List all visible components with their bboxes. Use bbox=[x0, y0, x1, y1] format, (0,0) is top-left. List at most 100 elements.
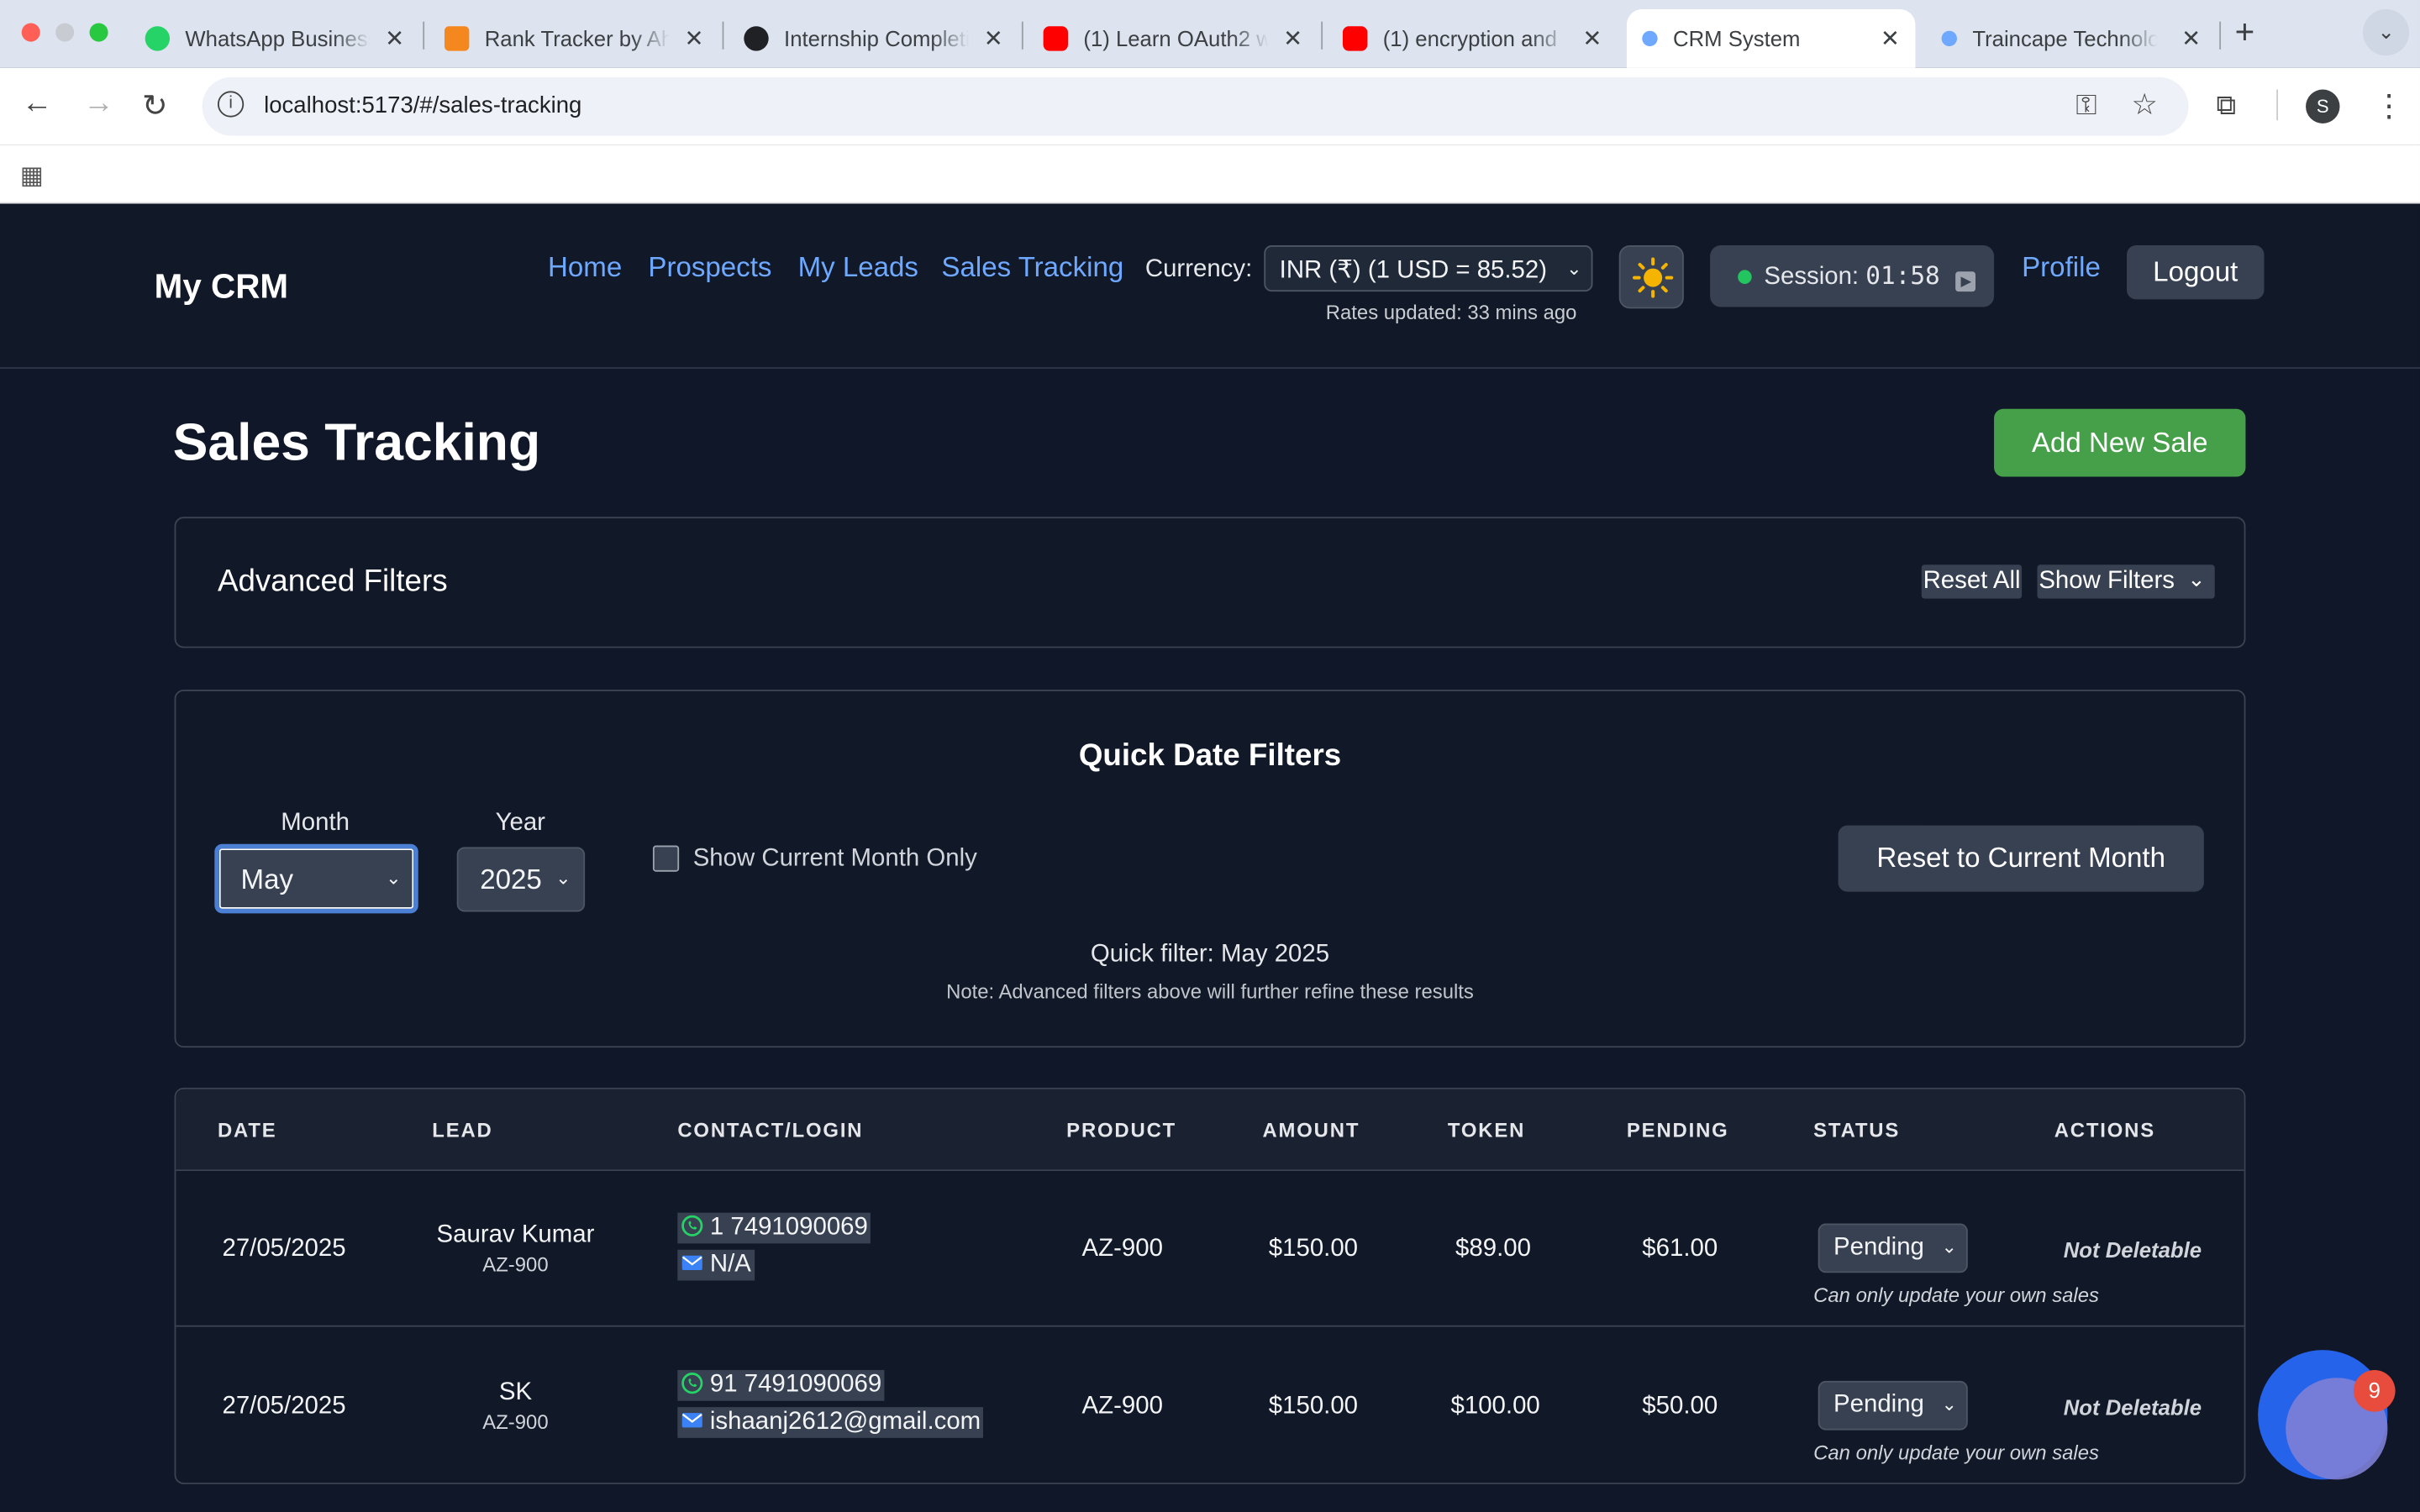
close-tab-icon[interactable]: ✕ bbox=[1283, 24, 1302, 52]
brand-logo[interactable]: My CRM bbox=[155, 267, 288, 307]
product: AZ-900 bbox=[1081, 1236, 1163, 1263]
browser-tab[interactable]: Traincape Technology ✕ bbox=[1926, 9, 2216, 68]
extensions-icon[interactable]: ⧉ bbox=[2217, 90, 2237, 123]
token: $89.00 bbox=[1455, 1236, 1531, 1263]
close-tab-icon[interactable]: ✕ bbox=[1881, 24, 1900, 52]
close-tab-icon[interactable]: ✕ bbox=[684, 24, 703, 52]
nav-my-leads[interactable]: My Leads bbox=[798, 251, 918, 284]
table-header: DATE LEAD CONTACT/LOGIN PRODUCT AMOUNT T… bbox=[176, 1089, 2244, 1172]
openai-icon bbox=[744, 26, 769, 51]
column-header[interactable]: LEAD bbox=[432, 1119, 492, 1142]
quick-date-filters-title: Quick Date Filters bbox=[1078, 738, 1342, 774]
reload-icon[interactable]: ↻ bbox=[142, 87, 168, 125]
currency-label: Currency: bbox=[1144, 255, 1253, 283]
chat-widget-button[interactable]: 9 bbox=[2258, 1350, 2396, 1480]
nav-prospects[interactable]: Prospects bbox=[648, 251, 771, 284]
new-tab-icon[interactable]: + bbox=[2235, 13, 2255, 53]
browser-tab[interactable]: (1) Learn OAuth2 with ✕ bbox=[1028, 9, 1318, 68]
column-header[interactable]: PENDING bbox=[1627, 1119, 1729, 1142]
close-tab-icon[interactable]: ✕ bbox=[1582, 24, 1602, 52]
year-select[interactable]: 2025 ⌄ bbox=[456, 847, 586, 912]
app-header: My CRM Home Prospects My Leads Sales Tra… bbox=[0, 205, 2420, 369]
play-icon[interactable]: ▶ bbox=[1955, 271, 1976, 292]
bookmarks-bar: ▦ bbox=[0, 144, 2420, 204]
column-header[interactable]: TOKEN bbox=[1448, 1119, 1525, 1142]
currency-select[interactable]: INR (₹) (1 USD = 85.52) ⌄ bbox=[1264, 245, 1593, 292]
chevron-down-icon: ⌄ bbox=[1941, 1393, 1957, 1415]
status-note: Can only update your own sales bbox=[1813, 1441, 2099, 1465]
nav-home[interactable]: Home bbox=[548, 251, 622, 284]
ahrefs-icon bbox=[444, 26, 470, 51]
show-filters-button[interactable]: Show Filters ⌄ bbox=[2037, 564, 2215, 599]
address-bar[interactable]: i localhost:5173/#/sales-tracking ⚿ ☆ bbox=[202, 76, 2189, 136]
session-active-indicator bbox=[1738, 270, 1752, 284]
month-value: May bbox=[240, 864, 294, 895]
close-tab-icon[interactable]: ✕ bbox=[2181, 24, 2201, 52]
reset-all-button[interactable]: Reset All bbox=[1921, 564, 2023, 599]
current-month-only-checkbox[interactable] bbox=[652, 845, 680, 872]
close-tab-icon[interactable]: ✕ bbox=[984, 24, 1003, 52]
amount: $150.00 bbox=[1268, 1393, 1359, 1420]
currency-value: INR (₹) (1 USD = 85.52) bbox=[1279, 257, 1548, 284]
column-header[interactable]: ACTIONS bbox=[2054, 1119, 2155, 1142]
lead-cell: Saurav Kumar AZ-900 bbox=[408, 1222, 623, 1276]
whatsapp-phone-link[interactable]: 1 7491090069 bbox=[677, 1212, 871, 1244]
email-link[interactable]: N/A bbox=[677, 1249, 755, 1281]
current-month-only-label[interactable]: Show Current Month Only bbox=[693, 846, 977, 874]
browser-tab[interactable]: WhatsApp Business ✕ bbox=[129, 9, 419, 68]
add-new-sale-button[interactable]: Add New Sale bbox=[1994, 408, 2246, 477]
status-select[interactable]: Pending ⌄ bbox=[1818, 1223, 1968, 1273]
chevron-down-icon: ⌄ bbox=[555, 867, 571, 889]
browser-tab[interactable]: Rank Tracker by Ahrefs ✕ bbox=[429, 9, 719, 68]
close-window-icon[interactable] bbox=[21, 23, 40, 42]
not-deletable-label: Not Deletable bbox=[2063, 1237, 2202, 1263]
nav-profile[interactable]: Profile bbox=[2022, 251, 2101, 284]
browser-tab-bar: WhatsApp Business ✕ Rank Tracker by Ahre… bbox=[0, 0, 2420, 68]
menu-kebab-icon[interactable]: ⋮ bbox=[2374, 87, 2405, 125]
pending: $50.00 bbox=[1642, 1393, 1718, 1420]
react-icon bbox=[1941, 30, 1957, 47]
pending: $61.00 bbox=[1642, 1236, 1718, 1263]
session-label: Session: bbox=[1764, 264, 1860, 291]
nav-sales-tracking[interactable]: Sales Tracking bbox=[941, 251, 1123, 284]
column-header[interactable]: CONTACT/LOGIN bbox=[677, 1119, 863, 1142]
contact-cell: 1 7491090069 N/A bbox=[677, 1212, 871, 1287]
forward-icon[interactable]: → bbox=[83, 87, 114, 122]
advanced-filters-title: Advanced Filters bbox=[217, 564, 448, 599]
status-select[interactable]: Pending ⌄ bbox=[1818, 1380, 1968, 1431]
contact-cell: 91 7491090069 ishaanj2612@gmail.com bbox=[677, 1370, 984, 1444]
browser-tab-active[interactable]: CRM System ✕ bbox=[1626, 9, 1916, 68]
minimize-window-icon[interactable] bbox=[55, 23, 75, 42]
logout-button[interactable]: Logout bbox=[2127, 245, 2265, 300]
column-header[interactable]: PRODUCT bbox=[1066, 1119, 1176, 1142]
close-tab-icon[interactable]: ✕ bbox=[385, 24, 404, 52]
notification-badge: 9 bbox=[2354, 1370, 2396, 1412]
tab-title: CRM System bbox=[1673, 26, 1801, 51]
back-icon[interactable]: ← bbox=[22, 87, 53, 122]
email-link[interactable]: ishaanj2612@gmail.com bbox=[677, 1407, 984, 1438]
sun-icon bbox=[1633, 257, 1674, 298]
browser-toolbar: ← → ↻ i localhost:5173/#/sales-tracking … bbox=[0, 67, 2420, 145]
tab-search-icon[interactable]: ⌄ bbox=[2363, 9, 2410, 56]
phone-number: 91 7491090069 bbox=[709, 1371, 882, 1399]
month-select[interactable]: May ⌄ bbox=[214, 843, 418, 914]
profile-avatar[interactable]: S bbox=[2306, 89, 2340, 123]
apps-grid-icon[interactable]: ▦ bbox=[20, 160, 44, 192]
column-header[interactable]: STATUS bbox=[1813, 1119, 1900, 1142]
column-header[interactable]: AMOUNT bbox=[1262, 1119, 1360, 1142]
not-deletable-label: Not Deletable bbox=[2063, 1394, 2202, 1420]
token: $100.00 bbox=[1450, 1393, 1540, 1420]
quick-date-filters-panel: Quick Date Filters Month May ⌄ Year 2025… bbox=[174, 690, 2246, 1048]
theme-toggle-button[interactable] bbox=[1618, 245, 1684, 309]
whatsapp-phone-link[interactable]: 91 7491090069 bbox=[677, 1370, 885, 1401]
bookmark-star-icon[interactable]: ☆ bbox=[2132, 88, 2158, 123]
browser-tab[interactable]: Internship Completion ✕ bbox=[729, 9, 1018, 68]
site-info-icon[interactable]: i bbox=[217, 91, 245, 118]
key-icon[interactable]: ⚿ bbox=[2075, 90, 2096, 123]
whatsapp-icon bbox=[145, 26, 171, 51]
browser-tab[interactable]: (1) encryption and ✕ bbox=[1328, 9, 1618, 68]
maximize-window-icon[interactable] bbox=[89, 23, 108, 42]
reset-to-current-month-button[interactable]: Reset to Current Month bbox=[1838, 825, 2204, 892]
column-header[interactable]: DATE bbox=[218, 1119, 277, 1142]
chevron-down-icon: ⌄ bbox=[1941, 1236, 1957, 1257]
